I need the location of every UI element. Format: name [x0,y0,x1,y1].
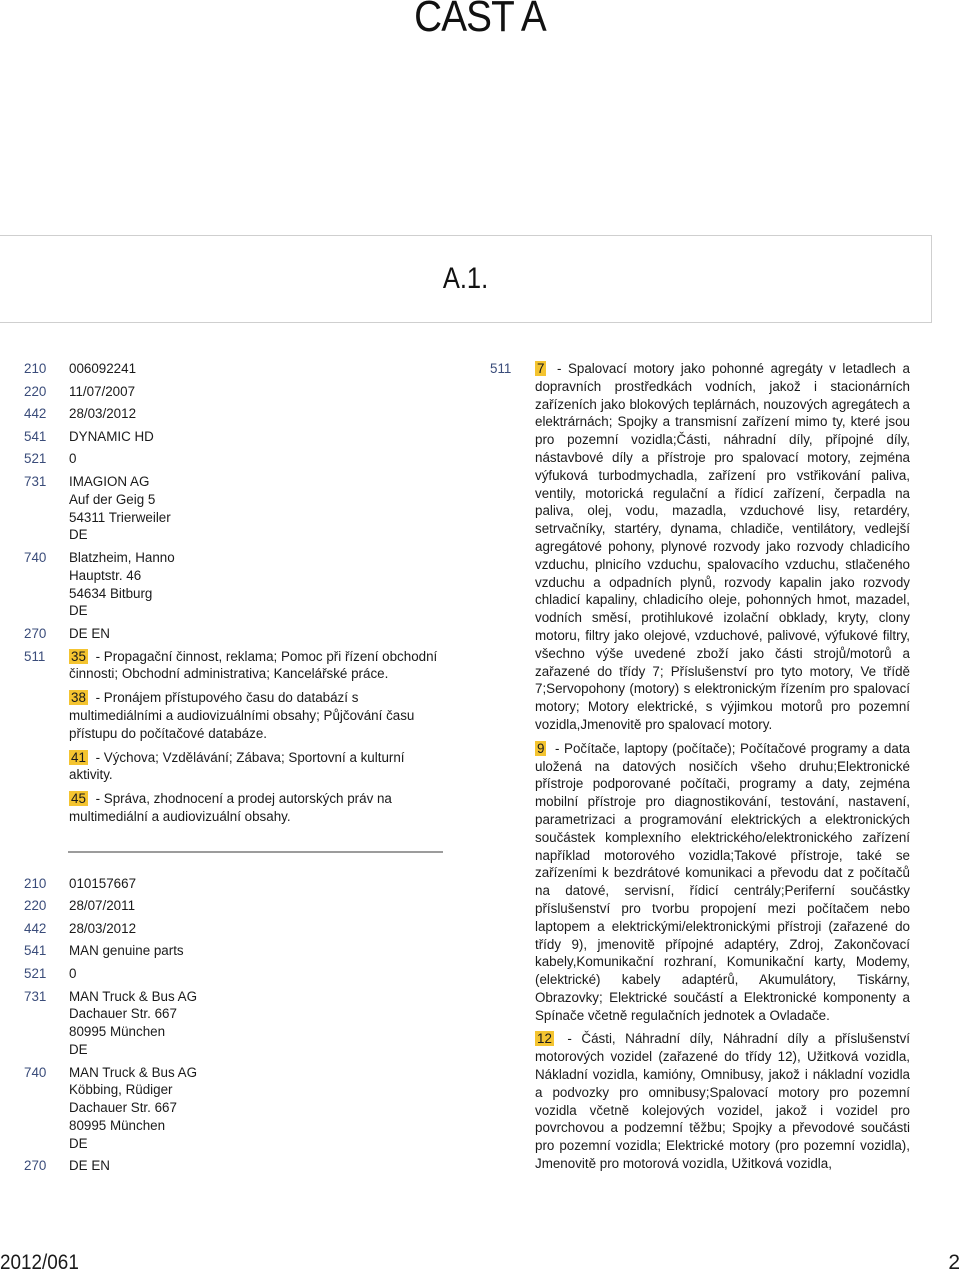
field-code: 270 [24,625,47,641]
field-row: 220 28/07/2011 [24,897,444,915]
acquired-distinctiveness: 0 [69,966,77,982]
field-row: 740 Blatzheim, Hanno Hauptstr. 46 54634 B… [24,549,444,620]
goods-class-entry: 45 - Správa, zhodnocení a prodej autorsk… [69,790,444,826]
section-header-box: A.1. [0,235,932,323]
right-column: 511 7 - Spalovací motory jako pohonné ag… [490,360,910,1184]
left-column: 210 006092241 220 11/07/2007 442 28/03/2012… [24,360,444,1180]
field-code: 511 [490,361,512,376]
class-description: - Správa, zhodnocení a prodej autorských… [69,791,392,824]
record-separator [68,850,443,853]
filing-date: 11/07/2007 [69,383,136,399]
goods-services-row: 511 7 - Spalovací motory jako pohonné ag… [490,360,910,1179]
field-code: 521 [24,451,47,467]
representative-address: MAN Truck & Bus AG Köbbing, Rüdiger Dach… [69,1064,197,1151]
goods-class-entry: 9 - Počítače, laptopy (počítače); Počíta… [535,740,910,1025]
class-badge: 12 [535,1031,554,1047]
publication-date: 28/03/2012 [69,406,137,422]
mark-text: DYNAMIC HD [69,428,154,444]
field-code: 541 [24,428,47,444]
applicant-address: IMAGION AG Auf der Geig 5 54311 Trierwei… [69,473,171,543]
record-2: 210 010157667 220 28/07/2011 442 28/03/2012… [24,875,444,1176]
languages: DE EN [69,625,110,641]
class-badge: 7 [535,361,547,376]
part-title: ČÁST A [414,0,547,41]
field-code: 220 [24,898,47,914]
field-code: 731 [24,473,47,489]
field-code: 731 [24,988,47,1004]
field-code: 210 [24,875,47,891]
class-badge: 35 [69,648,88,664]
footer-issue-number: 2012/061 [0,1251,79,1274]
field-code: 521 [24,966,47,982]
field-code: 220 [24,383,47,399]
class-description: - Spalovací motory jako pohonné agregáty… [535,361,910,732]
class-description: - Pronájem přístupového času do databází… [69,690,415,741]
class-description: - Propagační činnost, reklama; Pomoc při… [69,648,438,682]
field-row: 521 0 [24,450,444,468]
field-code: 511 [24,648,46,664]
goods-services-list: 35 - Propagační činnost, reklama; Pomoc … [69,648,444,832]
field-row: 210 006092241 [24,360,444,378]
field-row: 521 0 [24,965,444,983]
goods-class-entry: 38 - Pronájem přístupového času do datab… [69,689,444,742]
class-badge: 41 [69,749,88,765]
footer-page-number: 2 [948,1251,960,1274]
class-description: - Počítače, laptopy (počítače); Počítačo… [535,740,910,1023]
field-code: 442 [24,406,47,422]
field-row: 541 DYNAMIC HD [24,428,444,446]
class-description: - Výchova; Vzdělávání; Zábava; Sportovní… [69,749,405,783]
publication-date: 28/03/2012 [69,920,137,936]
filing-date: 28/07/2011 [69,898,136,914]
section-title: A.1. [442,262,489,295]
field-row: 541 MAN genuine parts [24,942,444,960]
field-row: 210 010157667 [24,875,444,893]
field-row: 731 MAN Truck & Bus AG Dachauer Str. 667 … [24,988,444,1059]
field-code: 210 [24,361,47,376]
application-number: 006092241 [69,361,137,376]
languages: DE EN [69,1158,110,1174]
mark-text: MAN genuine parts [69,943,184,959]
goods-class-entry: 12 - Části, Náhradní díly, Náhradní díly… [535,1030,910,1172]
field-code: 740 [24,549,47,565]
field-code: 442 [24,920,47,936]
field-row: 731 IMAGION AG Auf der Geig 5 54311 Trier… [24,473,444,544]
class-badge: 38 [69,690,88,706]
field-row: 270 DE EN [24,1157,444,1175]
goods-class-entry: 7 - Spalovací motory jako pohonné agregá… [535,360,910,734]
field-code: 740 [24,1064,47,1080]
field-row: 442 28/03/2012 [24,405,444,423]
field-row: 220 11/07/2007 [24,383,444,401]
field-row: 270 DE EN [24,625,444,643]
class-description: - Části, Náhradní díly, Náhradní díly a … [535,1031,910,1172]
field-code: 541 [24,943,47,959]
application-number: 010157667 [69,875,137,891]
representative-address: Blatzheim, Hanno Hauptstr. 46 54634 Bitb… [69,549,175,619]
goods-services-row: 511 35 - Propagační činnost, reklama; Po… [24,648,444,832]
class-badge: 45 [69,791,88,807]
goods-class-entry: 35 - Propagační činnost, reklama; Pomoc … [69,648,444,684]
goods-class-entry: 41 - Výchova; Vzdělávání; Zábava; Sporto… [69,749,444,785]
record-1: 210 006092241 220 11/07/2007 442 28/03/2012… [24,360,444,832]
field-row: 442 28/03/2012 [24,920,444,938]
class-badge: 9 [535,740,547,756]
applicant-address: MAN Truck & Bus AG Dachauer Str. 667 809… [69,988,197,1058]
goods-services-list: 7 - Spalovací motory jako pohonné agregá… [535,360,910,1179]
field-row: 740 MAN Truck & Bus AG Köbbing, Rüdiger D… [24,1064,444,1153]
acquired-distinctiveness: 0 [69,451,77,467]
field-code: 270 [24,1158,47,1174]
